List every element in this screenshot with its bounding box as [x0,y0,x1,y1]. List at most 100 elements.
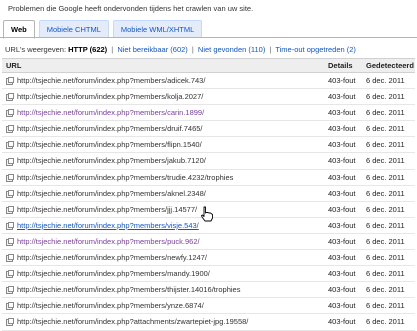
url-cell: http://tsjechie.net/forum/index.php?memb… [2,89,328,104]
url-link[interactable]: http://tsjechie.net/forum/index.php?memb… [17,105,204,120]
details-cell: 403-fout [328,140,356,150]
column-header-detected[interactable]: Gedetecteerd [366,59,415,72]
open-in-new-window-icon[interactable] [6,237,14,246]
open-in-new-window-icon[interactable] [6,173,14,182]
open-in-new-window-icon[interactable] [6,302,14,311]
column-header-details[interactable]: Details [328,59,366,72]
table-row: http://tsjechie.net/forum/index.php?atta… [2,314,415,331]
hand-cursor-icon [201,206,213,222]
details-cell: 403-fout [328,301,356,311]
detected-cell: 6 dec. 2011 [366,92,405,102]
filter-niet-gevonden-link[interactable]: Niet gevonden (110) [198,45,265,54]
url-link[interactable]: http://tsjechie.net/forum/index.php?atta… [17,314,248,329]
url-link[interactable]: http://tsjechie.net/forum/index.php?memb… [17,250,207,265]
detected-cell: 6 dec. 2011 [366,140,405,150]
table-row: http://tsjechie.net/forum/index.php?memb… [2,282,415,299]
url-link[interactable]: http://tsjechie.net/forum/index.php?memb… [17,170,233,185]
url-cell: http://tsjechie.net/forum/index.php?memb… [2,218,328,233]
open-in-new-window-icon[interactable] [6,93,14,102]
open-in-new-window-icon[interactable] [6,221,14,230]
open-in-new-window-icon[interactable] [6,270,14,279]
open-in-new-window-icon[interactable] [6,205,14,214]
details-cell: 403-fout [328,236,356,246]
table-header: URL Details Gedetecteerd [2,58,415,73]
detected-cell: 6 dec. 2011 [366,301,405,311]
crawl-errors-table: URL Details Gedetecteerd http://tsjechie… [2,58,415,331]
url-link[interactable]: http://tsjechie.net/forum/index.php?memb… [17,218,199,233]
filter-separator: | [269,45,272,54]
url-filter-bar: URL's weergeven: HTTP (622) | Niet berei… [5,45,356,54]
url-link[interactable]: http://tsjechie.net/forum/index.php?memb… [17,202,197,217]
tab-mobiele-wml-xhtml[interactable]: Mobiele WML/XHTML [112,20,203,38]
url-cell: http://tsjechie.net/forum/index.php?memb… [2,250,328,265]
url-link[interactable]: http://tsjechie.net/forum/index.php?memb… [17,121,203,136]
table-row: http://tsjechie.net/forum/index.php?memb… [2,298,415,315]
open-in-new-window-icon[interactable] [6,318,14,327]
table-row: http://tsjechie.net/forum/index.php?memb… [2,266,415,283]
open-in-new-window-icon[interactable] [6,109,14,118]
filter-niet-bereikbaar-link[interactable]: Niet bereikbaar (602) [117,45,187,54]
details-cell: 403-fout [328,156,356,166]
detected-cell: 6 dec. 2011 [366,253,405,263]
open-in-new-window-icon[interactable] [6,125,14,134]
filter-time-out-link[interactable]: Time-out opgetreden (2) [275,45,356,54]
details-cell: 403-fout [328,285,356,295]
detected-cell: 6 dec. 2011 [366,188,405,198]
detected-cell: 6 dec. 2011 [366,108,405,118]
details-cell: 403-fout [328,124,356,134]
table-body: http://tsjechie.net/forum/index.php?memb… [2,73,415,331]
detected-cell: 6 dec. 2011 [366,204,405,214]
url-cell: http://tsjechie.net/forum/index.php?memb… [2,121,328,136]
url-cell: http://tsjechie.net/forum/index.php?memb… [2,282,328,297]
table-row: http://tsjechie.net/forum/index.php?memb… [2,186,415,202]
open-in-new-window-icon[interactable] [6,286,14,295]
url-link[interactable]: http://tsjechie.net/forum/index.php?memb… [17,186,206,201]
filter-separator: | [111,45,114,54]
intro-text: Problemen die Google heeft ondervonden t… [8,4,254,13]
table-row: http://tsjechie.net/forum/index.php?memb… [2,89,415,106]
url-link[interactable]: http://tsjechie.net/forum/index.php?memb… [17,73,205,88]
url-cell: http://tsjechie.net/forum/index.php?memb… [2,170,328,185]
detected-cell: 6 dec. 2011 [366,156,405,166]
url-cell: http://tsjechie.net/forum/index.php?memb… [2,73,328,88]
open-in-new-window-icon[interactable] [6,77,14,86]
details-cell: 403-fout [328,92,356,102]
detected-cell: 6 dec. 2011 [366,285,405,295]
details-cell: 403-fout [328,188,356,198]
table-row: http://tsjechie.net/forum/index.php?memb… [2,250,415,267]
details-cell: 403-fout [328,269,356,279]
url-cell: http://tsjechie.net/forum/index.php?memb… [2,105,328,120]
detected-cell: 6 dec. 2011 [366,76,405,85]
column-header-url[interactable]: URL [2,59,328,72]
detected-cell: 6 dec. 2011 [366,124,405,134]
open-in-new-window-icon[interactable] [6,254,14,263]
tab-divider [0,37,417,38]
url-link[interactable]: http://tsjechie.net/forum/index.php?memb… [17,153,206,168]
details-cell: 403-fout [328,172,356,182]
url-link[interactable]: http://tsjechie.net/forum/index.php?memb… [17,298,204,313]
filter-label: URL's weergeven: [5,45,67,54]
url-link[interactable]: http://tsjechie.net/forum/index.php?memb… [17,266,210,281]
url-cell: http://tsjechie.net/forum/index.php?memb… [2,202,328,217]
url-cell: http://tsjechie.net/forum/index.php?memb… [2,186,328,201]
detected-cell: 6 dec. 2011 [366,269,405,279]
detected-cell: 6 dec. 2011 [366,220,405,230]
table-row: http://tsjechie.net/forum/index.php?memb… [2,137,415,154]
tab-mobiele-chtml[interactable]: Mobiele CHTML [38,20,109,38]
table-row: http://tsjechie.net/forum/index.php?memb… [2,153,415,170]
open-in-new-window-icon[interactable] [6,189,14,198]
details-cell: 403-fout [328,204,356,214]
detected-cell: 6 dec. 2011 [366,317,405,327]
url-link[interactable]: http://tsjechie.net/forum/index.php?memb… [17,234,200,249]
url-link[interactable]: http://tsjechie.net/forum/index.php?memb… [17,282,240,297]
details-cell: 403-fout [328,317,356,327]
url-link[interactable]: http://tsjechie.net/forum/index.php?memb… [17,137,202,152]
url-link[interactable]: http://tsjechie.net/forum/index.php?memb… [17,89,203,104]
url-cell: http://tsjechie.net/forum/index.php?memb… [2,234,328,249]
url-cell: http://tsjechie.net/forum/index.php?atta… [2,314,328,329]
filter-http-current: HTTP (622) [68,45,108,54]
table-row: http://tsjechie.net/forum/index.php?memb… [2,73,415,90]
open-in-new-window-icon[interactable] [6,141,14,150]
open-in-new-window-icon[interactable] [6,157,14,166]
table-row: http://tsjechie.net/forum/index.php?memb… [2,170,415,186]
